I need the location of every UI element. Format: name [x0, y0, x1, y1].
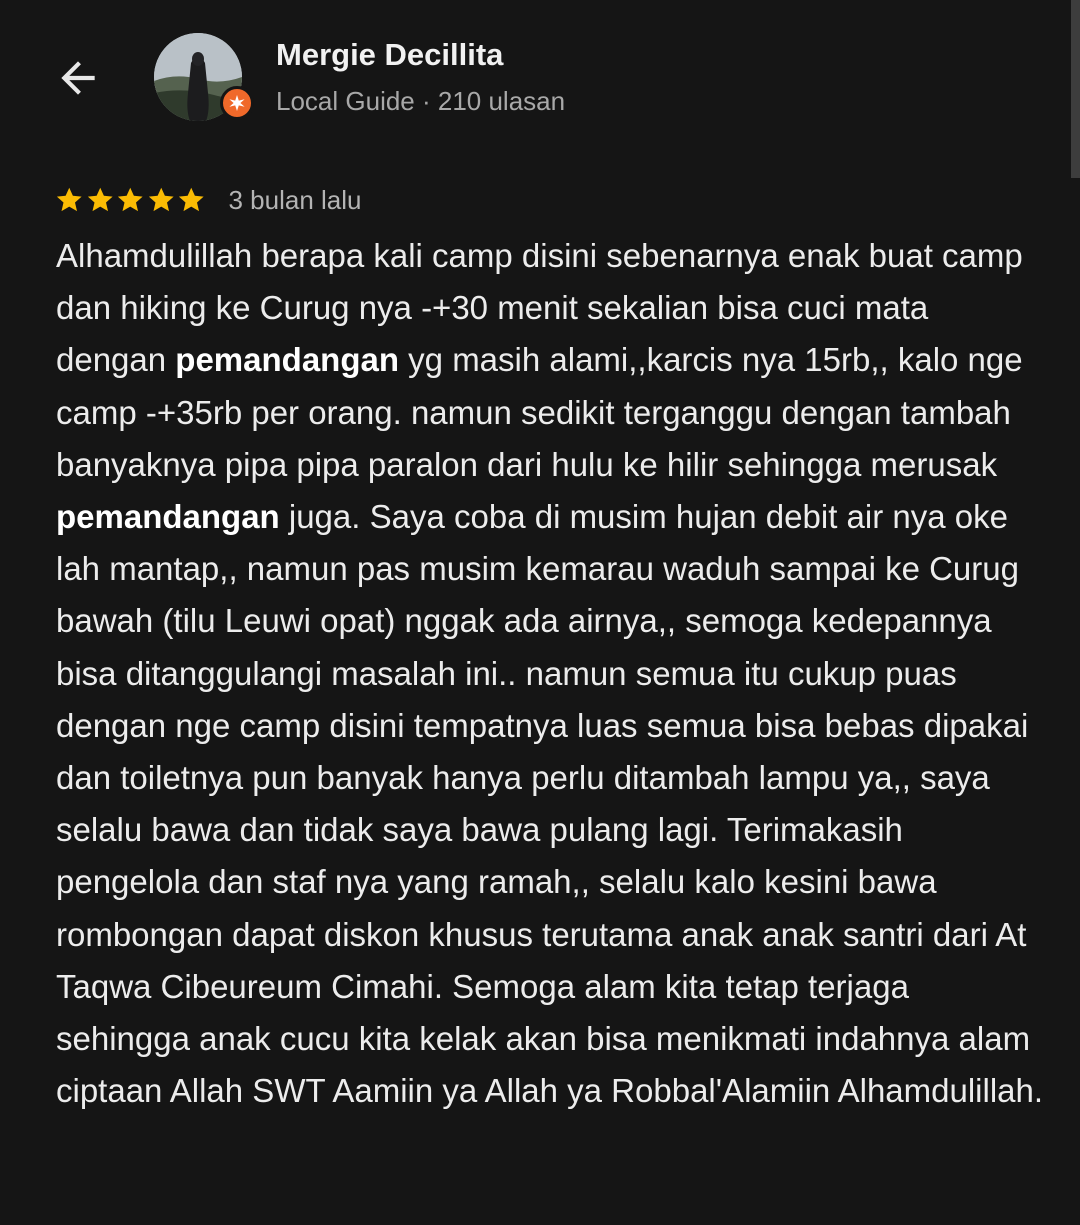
star-icon	[87, 187, 113, 212]
review-text-segment: juga. Saya coba di musim hujan debit air…	[56, 498, 1044, 1110]
star-icon	[56, 187, 82, 212]
local-guide-badge-icon	[220, 86, 254, 120]
review-text: Alhamdulillah berapa kali camp disini se…	[56, 230, 1046, 1117]
review-header: Mergie Decillita Local Guide · 210 ulasa…	[0, 0, 1080, 160]
star-rating	[54, 185, 207, 215]
highlighted-keyword: pemandangan	[56, 498, 280, 536]
rating-row: 3 bulan lalu	[54, 180, 362, 220]
scrollbar[interactable]	[1071, 0, 1080, 178]
back-button[interactable]	[48, 48, 108, 108]
reviewer-meta: Local Guide · 210 ulasan	[276, 86, 566, 116]
star-icon	[117, 187, 143, 212]
star-icon	[148, 187, 174, 212]
star-icon	[178, 187, 204, 212]
arrow-back-icon	[61, 61, 95, 95]
reviewer-name[interactable]: Mergie Decillita	[276, 37, 503, 73]
highlighted-keyword: pemandangan	[175, 341, 399, 379]
review-date: 3 bulan lalu	[228, 184, 362, 215]
